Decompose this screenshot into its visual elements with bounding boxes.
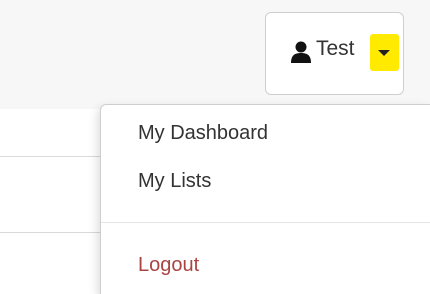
top-navbar: Test — [0, 0, 430, 109]
menu-item-my-lists[interactable]: My Lists — [138, 169, 211, 193]
menu-item-my-dashboard[interactable]: My Dashboard — [138, 121, 268, 145]
user-dropdown-menu: My Dashboard My Lists Logout — [100, 104, 430, 294]
menu-item-logout[interactable]: Logout — [138, 253, 199, 277]
caret-down-icon — [378, 50, 390, 56]
menu-divider — [101, 222, 430, 223]
caret-highlight[interactable] — [370, 34, 399, 71]
username-label: Test — [316, 37, 355, 60]
user-icon — [291, 41, 311, 63]
user-menu-button[interactable]: Test — [265, 12, 404, 95]
